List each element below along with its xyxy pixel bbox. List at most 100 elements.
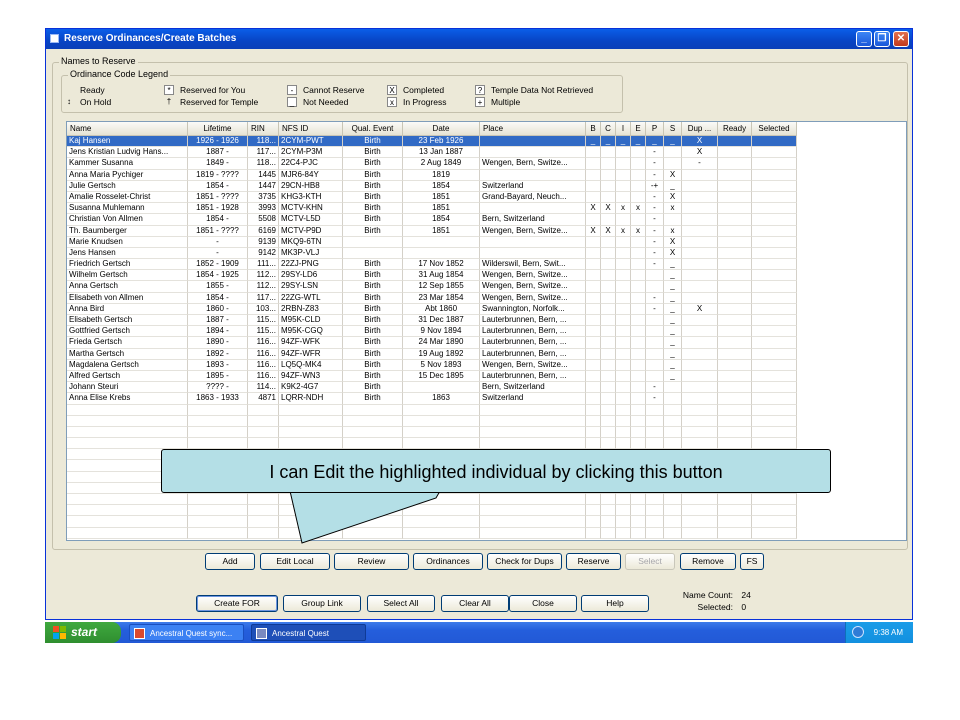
table-cell: 4871 [248,393,279,405]
table-cell: - [646,147,664,159]
select-all-button[interactable]: Select All [367,595,435,612]
table-row[interactable]: Julie Gertsch 1854 -1447 29CN-HB8 Birth 1854… [67,180,797,192]
table-cell: Grand-Bayard, Neuch... [480,191,586,204]
table-cell: Birth [343,136,403,148]
table-cell [752,191,797,204]
ordinances-button[interactable]: Ordinances [413,553,483,570]
table-row[interactable]: Jens Kristian Ludvig Hans... 1887 -117...… [67,147,797,159]
table-cell [601,505,616,517]
table-row[interactable]: Friedrich Gertsch 1852 - 1909 111... 22ZJ-P… [67,259,797,271]
reserve-button[interactable]: Reserve [566,553,621,570]
column-header[interactable]: Lifetime [188,122,248,136]
table-row[interactable]: Anna Maria Pychiger 1819 - ???? 1445 MJR6-8… [67,169,797,181]
column-header[interactable]: Name [67,122,188,136]
taskbar-item-ancestral-quest-sync[interactable]: Ancestral Quest sync... [129,624,244,641]
legend-label: Ready [80,84,105,95]
minimize-icon[interactable]: _ [856,31,872,47]
table-cell: MK3P-VLJ [279,247,343,260]
table-row[interactable]: Alfred Gertsch 1895 -116... 94ZF-WN3 Birth 1… [67,370,797,383]
table-cell [586,527,601,539]
group-link-button[interactable]: Group Link [283,595,361,612]
table-row[interactable]: Martha Gertsch 1892 -116... 94ZF-WFR Birth 1… [67,348,797,360]
edit-local-button[interactable]: Edit Local [260,553,330,570]
table-cell [752,348,797,360]
column-header[interactable]: Place [480,122,586,136]
task-label-1: Ancestral Quest sync... [150,629,233,638]
legend-label: Multiple [491,96,521,107]
table-row[interactable]: Amalie Rosselet-Christ 1851 - ???? 3735 KHG… [67,191,797,204]
column-header[interactable]: NFS ID [279,122,343,136]
table-row[interactable]: Magdalena Gertsch 1893 -116... LQ5Q-MK4 Bir… [67,359,797,371]
table-cell: _ [664,326,682,338]
table-cell [616,326,631,338]
legend-symbol: * [164,85,174,95]
table-cell [279,426,343,439]
table-cell [646,516,664,528]
table-row[interactable]: Christian Von Allmen 1854 -5508 MCTV-L5D Bi… [67,214,797,226]
select-button[interactable]: Select [625,553,675,570]
column-header[interactable]: Dup ... [682,122,718,136]
fs-button[interactable]: FS [740,553,764,570]
help-button[interactable]: Help [581,595,649,612]
table-row[interactable]: Th. Baumberger 1851 - ???? 6169 MCTV-P9D Bir… [67,225,797,237]
table-row[interactable]: Jens Hansen -9142 MK3P-VLJ - X [67,247,797,260]
table-cell: 111... [248,259,279,271]
table-cell: _ [586,136,601,148]
table-row[interactable]: Elisabeth Gertsch 1887 -115... M95K-CLD Bir… [67,315,797,327]
restore-icon[interactable]: ❐ [874,31,890,47]
add-button[interactable]: Add [205,553,255,570]
column-header[interactable]: C [601,122,616,136]
table-cell [343,247,403,260]
column-header[interactable]: B [586,122,601,136]
table-row[interactable]: Elisabeth von Allmen 1854 -117... 22ZG-WTL… [67,292,797,304]
table-cell [664,393,682,405]
title-bar[interactable]: Reserve Ordinances/Create Batches _ ❐ ✕ [46,29,912,49]
table-cell [646,359,664,371]
table-row[interactable]: Kaj Hansen 1926 - 1926 118... 2CYM-PWT Birth… [67,136,797,148]
table-cell [616,158,631,170]
table-row[interactable]: Marie Knudsen -9139 MKQ9-6TN - X [67,236,797,248]
review-button[interactable]: Review [334,553,409,570]
taskbar-item-ancestral-quest[interactable]: Ancestral Quest [251,624,366,641]
table-cell [586,315,601,327]
table-row[interactable]: Susanna Muhlemann 1851 - 1928 3993 MCTV-KHN… [67,203,797,215]
create-for-button[interactable]: Create FOR [196,595,278,612]
table-cell: M95K-CLD [279,315,343,327]
close-icon[interactable]: ✕ [893,31,909,47]
clear-all-button[interactable]: Clear All [441,595,509,612]
column-header[interactable]: I [616,122,631,136]
tray-network-icon[interactable] [852,626,864,638]
table-row[interactable]: Wilhelm Gertsch 1854 - 1925 112... 29SY-LD6… [67,270,797,282]
table-row[interactable]: Anna Bird 1860 -103... 2RBN-Z83 Birth Abt 18… [67,303,797,315]
table-cell: 1447 [248,180,279,192]
table-cell [403,527,480,539]
table-cell [601,359,616,371]
table-cell: Wengen, Bern, Switze... [480,225,586,237]
check-for-dups-button[interactable]: Check for Dups [487,553,562,570]
column-header[interactable]: RIN [248,122,279,136]
column-header[interactable]: Qual. Event [343,122,403,136]
table-row[interactable]: Gottfried Gertsch 1894 -115... M95K-CGQ Bir… [67,326,797,338]
column-header[interactable]: P [646,122,664,136]
table-cell: - [646,292,664,304]
table-cell: 1851 - ???? [188,225,248,237]
table-cell [586,505,601,517]
table-row[interactable]: Anna Elise Krebs 1863 - 1933 4871 LQRR-NDH B… [67,393,797,405]
column-header[interactable]: Date [403,122,480,136]
table-row[interactable]: Kammer Susanna 1849 -118... 22C4-PJC Birth 2… [67,158,797,170]
close-button[interactable]: Close [509,595,577,612]
column-header[interactable]: Ready [718,122,752,136]
table-row[interactable]: Frieda Gertsch 1890 -116... 94ZF-WFK Birth 2… [67,337,797,349]
table-cell: 1887 - [188,147,248,159]
table-cell [752,136,797,148]
column-header[interactable]: S [664,122,682,136]
start-button[interactable]: start [45,622,121,643]
table-row[interactable]: Johann Steuri???? -114... K9K2-4G7 Birth Be… [67,382,797,394]
column-header[interactable]: Selected [752,122,797,136]
table-cell [67,505,188,517]
table-cell [586,191,601,204]
table-cell [682,292,718,304]
remove-button[interactable]: Remove [680,553,736,570]
column-header[interactable]: E [631,122,646,136]
table-row[interactable]: Anna Gertsch 1855 -112... 29SY-LSN Birth 12 … [67,281,797,293]
